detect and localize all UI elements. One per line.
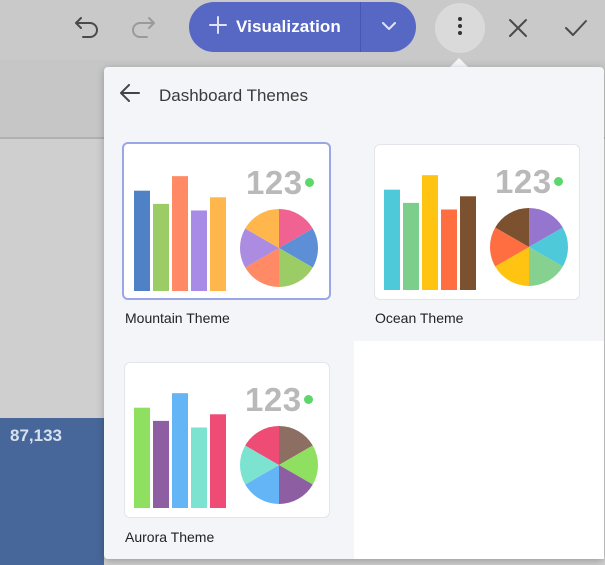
theme-label-ocean: Ocean Theme	[375, 310, 464, 326]
close-icon	[508, 18, 528, 38]
theme-preview-bars	[134, 176, 226, 291]
theme-preview-card[interactable]: 123	[124, 362, 330, 518]
more-options-button[interactable]	[435, 3, 485, 53]
preview-bar	[153, 203, 169, 291]
theme-preview-bars	[384, 175, 476, 290]
theme-preview-card[interactable]: 123	[374, 144, 580, 300]
add-visualization-button[interactable]: Visualization	[189, 2, 360, 52]
undo-icon	[73, 17, 99, 39]
plus-icon	[209, 15, 227, 39]
preview-bar	[191, 427, 207, 508]
kpi-value: 87,133	[10, 426, 62, 445]
back-button[interactable]	[116, 81, 144, 109]
preview-bar	[422, 175, 438, 290]
panel-header: Dashboard Themes	[104, 67, 604, 123]
theme-preview-number: 123	[246, 164, 303, 201]
dashboard-themes-panel: Dashboard Themes 123 Mountain Theme 123 …	[104, 67, 604, 559]
preview-bar	[153, 420, 169, 508]
theme-preview-indicator-dot	[305, 178, 314, 187]
panel-caret	[450, 58, 468, 67]
redo-icon	[131, 17, 157, 39]
more-vertical-icon	[457, 16, 463, 41]
check-icon	[564, 19, 588, 37]
visualization-dropdown-button[interactable]	[361, 2, 416, 52]
preview-bar	[172, 393, 188, 508]
theme-preview-pie	[240, 209, 318, 287]
redo-button[interactable]	[124, 8, 164, 48]
preview-bar	[134, 407, 150, 508]
preview-bar	[441, 209, 457, 290]
preview-bar	[460, 196, 476, 290]
theme-preview-number: 123	[495, 163, 552, 200]
preview-bar	[134, 190, 150, 291]
theme-preview-pie	[240, 426, 318, 504]
theme-label-mountain: Mountain Theme	[125, 310, 230, 326]
empty-grid-cell	[354, 341, 604, 559]
theme-label-aurora: Aurora Theme	[125, 529, 215, 545]
preview-bar	[210, 414, 226, 508]
visualization-label: Visualization	[236, 17, 341, 36]
theme-preview-card[interactable]: 123	[122, 142, 331, 300]
theme-preview-bars	[134, 393, 226, 508]
undo-button[interactable]	[66, 8, 106, 48]
chevron-down-icon	[381, 18, 396, 36]
panel-title: Dashboard Themes	[159, 86, 308, 105]
preview-bar	[172, 176, 188, 291]
preview-bar	[403, 202, 419, 290]
close-button[interactable]	[498, 8, 538, 48]
visualization-button[interactable]: Visualization	[189, 2, 416, 52]
preview-bar	[210, 197, 226, 291]
preview-bar	[191, 210, 207, 291]
arrow-left-icon	[120, 83, 140, 107]
preview-bar	[384, 189, 400, 290]
theme-preview-indicator-dot	[554, 177, 563, 186]
confirm-button[interactable]	[556, 8, 596, 48]
theme-preview-number: 123	[245, 381, 302, 418]
theme-preview-indicator-dot	[304, 395, 313, 404]
theme-preview-pie	[490, 208, 568, 286]
